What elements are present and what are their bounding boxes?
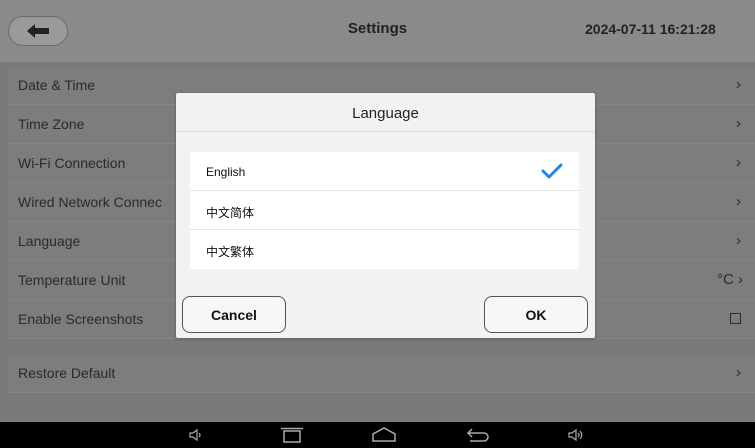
row-label: Wired Network Connec: [18, 194, 162, 210]
option-simplified-chinese[interactable]: 中文简体: [190, 191, 579, 230]
option-traditional-chinese[interactable]: 中文繁体: [190, 230, 579, 269]
checkmark-icon: [541, 163, 563, 179]
row-label: Language: [18, 233, 81, 249]
option-label: English: [206, 165, 246, 179]
chevron-right-icon: ›: [736, 115, 741, 132]
row-label: Wi-Fi Connection: [18, 155, 126, 171]
settings-row-restore-default[interactable]: Restore Default ›: [8, 354, 755, 393]
recent-apps-icon[interactable]: [279, 427, 305, 443]
chevron-right-icon: ›: [736, 232, 741, 249]
row-label: Restore Default: [18, 365, 116, 381]
row-label: Date & Time: [18, 77, 96, 93]
ok-button[interactable]: OK: [484, 296, 588, 333]
row-label: Time Zone: [18, 116, 85, 132]
volume-up-icon[interactable]: [567, 427, 585, 443]
navigation-bar: [0, 422, 755, 448]
dialog-title: Language: [352, 105, 419, 122]
chevron-right-icon: ›: [736, 193, 741, 210]
row-label: Enable Screenshots: [18, 311, 144, 327]
section-divider: [8, 339, 755, 354]
option-label: 中文繁体: [206, 245, 255, 259]
back-icon[interactable]: [466, 427, 492, 443]
status-datetime: 2024-07-11 16:21:28: [585, 21, 716, 37]
language-dialog: Language English 中文简体 中文繁体 Cancel OK: [176, 93, 595, 338]
option-english[interactable]: English: [190, 152, 579, 191]
chevron-right-icon: ›: [736, 364, 741, 381]
chevron-right-icon: ›: [736, 154, 741, 171]
unit-value: °C ›: [717, 271, 743, 288]
volume-down-icon[interactable]: [188, 427, 204, 443]
option-label: 中文简体: [206, 206, 255, 220]
home-icon[interactable]: [371, 427, 397, 443]
row-label: Temperature Unit: [18, 272, 126, 288]
screenshots-checkbox[interactable]: [730, 313, 741, 324]
language-options: English 中文简体 中文繁体: [190, 152, 579, 269]
chevron-right-icon: ›: [736, 76, 741, 93]
cancel-button[interactable]: Cancel: [182, 296, 286, 333]
top-bar: Settings 2024-07-11 16:21:28: [0, 0, 755, 62]
divider: [176, 131, 595, 132]
